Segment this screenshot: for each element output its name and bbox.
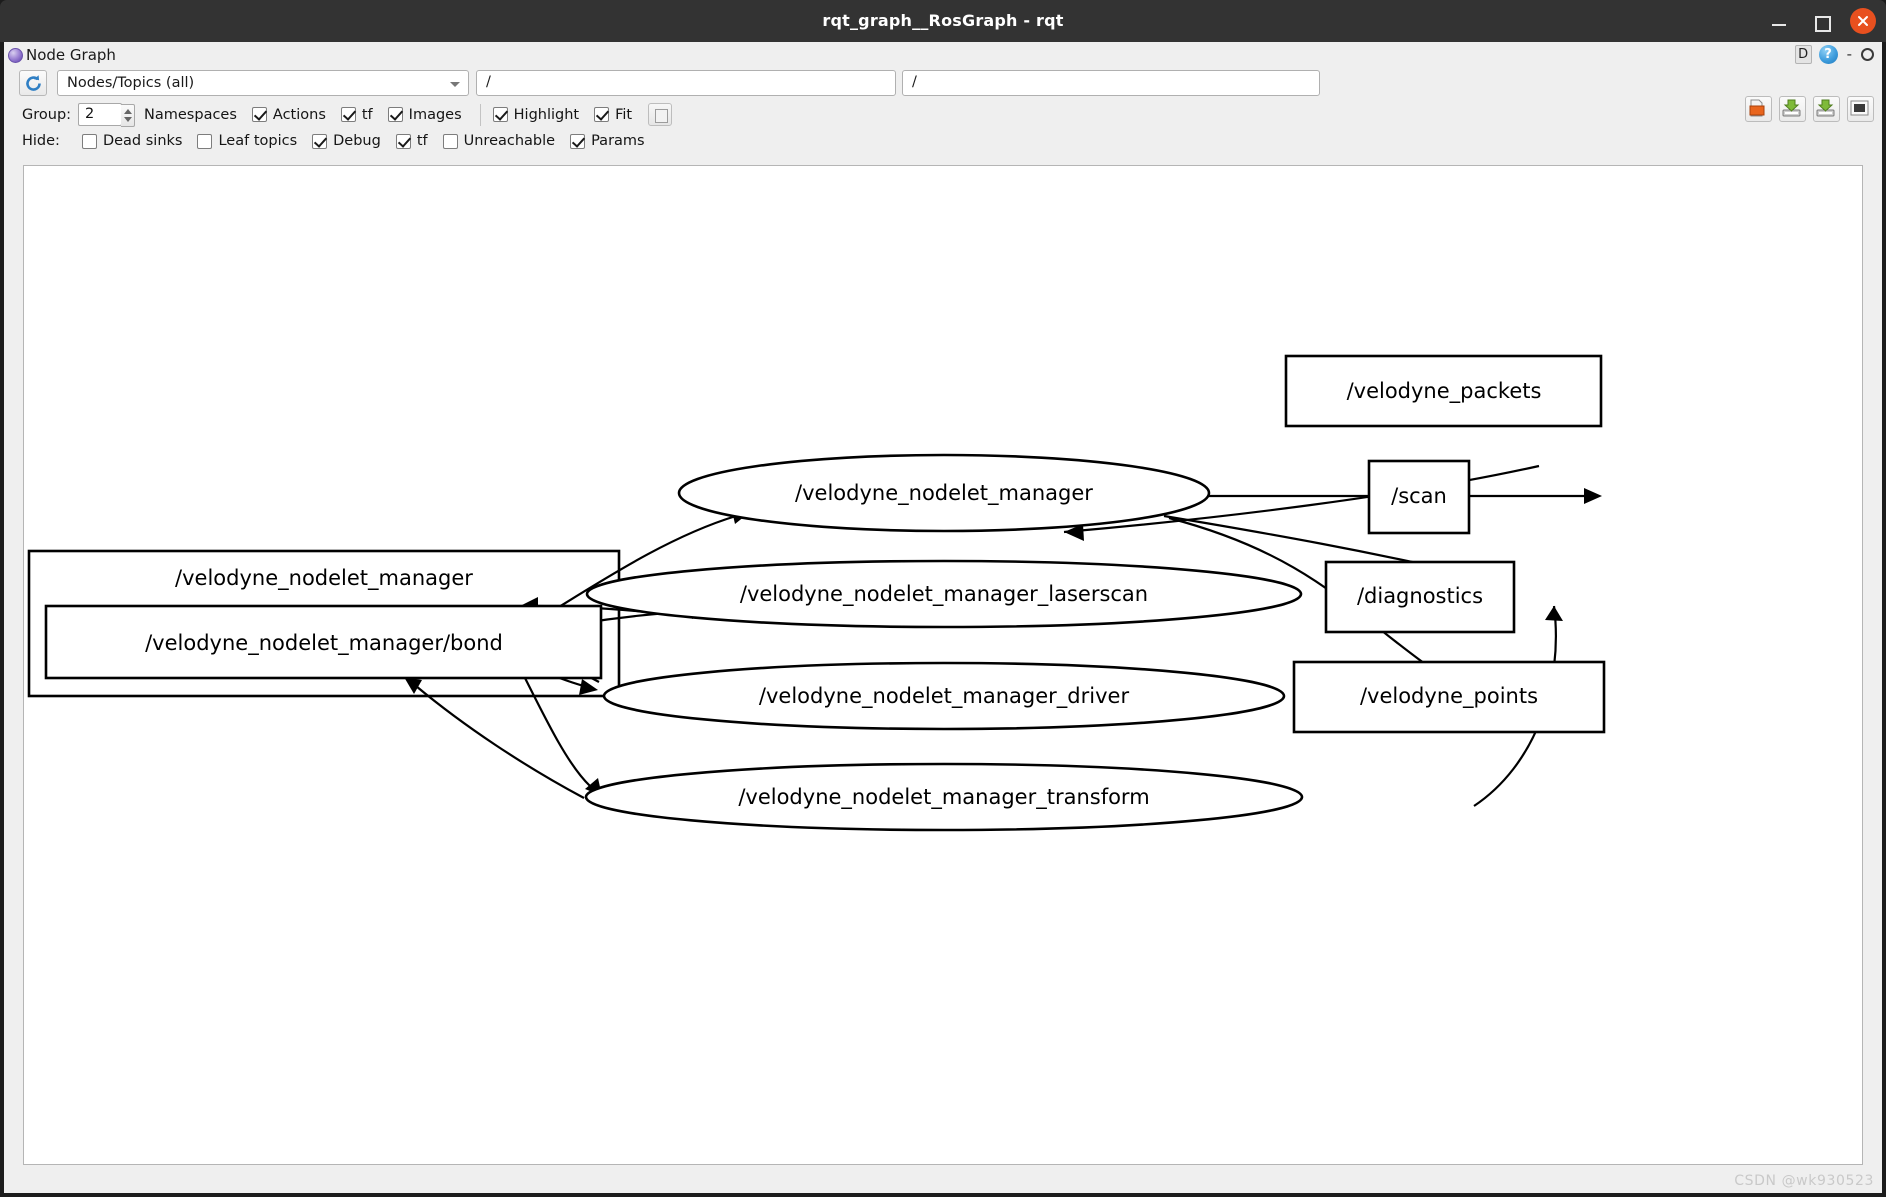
node-velodyne-nodelet-manager-laserscan[interactable]: /velodyne_nodelet_manager_laserscan — [585, 559, 1303, 629]
checkbox-images[interactable]: Images — [387, 106, 462, 123]
hide-label: Hide: — [22, 133, 60, 149]
node-transform-label: /velodyne_nodelet_manager_transform — [738, 785, 1149, 810]
window-title: rqt_graph__RosGraph - rqt — [822, 11, 1064, 30]
node-scan-label: /scan — [1391, 484, 1447, 508]
checkbox-images-label: Images — [408, 106, 462, 123]
stepper-up-icon[interactable] — [124, 109, 133, 114]
checkbox-leaf-topics[interactable]: Leaf topics — [197, 133, 297, 149]
checkbox-actions[interactable]: Actions — [251, 106, 326, 123]
graph-canvas[interactable]: /velodyne_nodelet_manager /velodyne_node… — [23, 165, 1863, 1165]
ros-graph-svg: /velodyne_nodelet_manager /velodyne_node… — [27, 354, 1606, 832]
refresh-icon — [26, 75, 41, 91]
group-stepper[interactable] — [121, 104, 136, 127]
dock-float-icon[interactable] — [1861, 48, 1874, 61]
refresh-button[interactable] — [19, 70, 47, 96]
checkbox-dead-sinks[interactable]: Dead sinks — [81, 133, 183, 149]
toolbar-row-group: Group: 2 Namespaces Actions tf Images Hi… — [4, 100, 1882, 131]
checkbox-params-box[interactable] — [570, 133, 586, 149]
checkbox-params[interactable]: Params — [570, 133, 645, 149]
node-scan[interactable]: /scan — [1367, 459, 1471, 535]
rqt-graph-window: rqt_graph__RosGraph - rqt Node Graph D ?… — [0, 0, 1886, 1197]
checkbox-unreachable-label: Unreachable — [463, 133, 556, 149]
node-driver-label: /velodyne_nodelet_manager_driver — [759, 684, 1130, 709]
node-diagnostics[interactable]: /diagnostics — [1324, 560, 1516, 634]
dock-header: Node Graph D ? - — [4, 42, 1882, 68]
checkbox-actions-box[interactable] — [251, 107, 267, 122]
checkbox-params-label: Params — [591, 133, 645, 149]
edge-arrow — [404, 677, 422, 694]
node-velodyne-nodelet-manager-driver[interactable]: /velodyne_nodelet_manager_driver — [602, 661, 1286, 731]
dock-d-button[interactable]: D — [1794, 45, 1812, 64]
checkbox-debug-box[interactable] — [312, 133, 328, 149]
checkbox-tf-box[interactable] — [340, 107, 356, 122]
dock-title: Node Graph — [26, 46, 116, 64]
node-laserscan-label: /velodyne_nodelet_manager_laserscan — [740, 582, 1148, 607]
node-mgr-label: /velodyne_nodelet_manager — [795, 481, 1093, 506]
checkbox-hide-tf-box[interactable] — [395, 133, 411, 149]
help-icon[interactable]: ? — [1818, 45, 1838, 64]
checkbox-hide-tf-label: tf — [416, 133, 428, 149]
node-diagnostics-label: /diagnostics — [1357, 584, 1483, 608]
group-spinbox[interactable]: 2 — [78, 103, 136, 127]
edge-arrow — [579, 679, 598, 695]
topic-filter-input[interactable]: / — [902, 70, 1320, 96]
checkbox-highlight-box[interactable] — [492, 107, 508, 122]
group-value: 2 — [85, 106, 95, 122]
node-bond-label: /velodyne_nodelet_manager/bond — [145, 631, 503, 656]
toolbar-row-hide: Hide: Dead sinks Leaf topics Debug tf Un… — [4, 131, 1882, 159]
checkbox-tf-label: tf — [361, 106, 373, 123]
minimize-icon[interactable] — [1766, 8, 1792, 34]
graph-cluster-velodyne-nodelet-manager[interactable]: /velodyne_nodelet_manager /velodyne_node… — [27, 549, 621, 698]
stepper-down-icon[interactable] — [124, 117, 133, 122]
checkbox-unreachable[interactable]: Unreachable — [442, 133, 556, 149]
fit-in-view-button[interactable] — [648, 103, 673, 126]
checkbox-images-box[interactable] — [387, 107, 403, 122]
checkbox-fit[interactable]: Fit — [594, 107, 632, 123]
graph-type-value: Nodes/Topics (all) — [67, 75, 195, 91]
graph-type-combobox[interactable]: Nodes/Topics (all) — [57, 70, 469, 96]
group-label: Group: — [22, 106, 72, 123]
chevron-down-icon — [450, 82, 460, 87]
namespace-filter-input[interactable]: / — [476, 70, 896, 96]
checkbox-highlight-label: Highlight — [513, 106, 580, 123]
node-points-label: /velodyne_points — [1360, 684, 1538, 709]
checkbox-fit-box[interactable] — [594, 107, 610, 122]
checkbox-dead-sinks-label: Dead sinks — [102, 133, 183, 149]
checkbox-debug[interactable]: Debug — [312, 133, 381, 149]
node-packets-label: /velodyne_packets — [1347, 379, 1542, 404]
checkbox-fit-label: Fit — [615, 106, 633, 123]
ros-sphere-icon — [8, 48, 23, 63]
checkbox-leaf-topics-label: Leaf topics — [218, 133, 298, 149]
checkbox-dead-sinks-box[interactable] — [81, 133, 97, 149]
checkbox-leaf-topics-box[interactable] — [197, 133, 213, 149]
window-body: Node Graph D ? - Nodes/Topics (all) / / — [4, 42, 1882, 1193]
cluster-label: /velodyne_nodelet_manager — [175, 566, 473, 591]
checkbox-actions-label: Actions — [272, 106, 326, 123]
close-icon[interactable] — [1850, 8, 1876, 34]
namespaces-label: Namespaces — [144, 106, 237, 123]
toolbar-row-filters: Nodes/Topics (all) / / — [4, 68, 1882, 122]
edge-arrow — [1545, 606, 1563, 621]
node-velodyne-nodelet-manager-transform[interactable]: /velodyne_nodelet_manager_transform — [584, 762, 1304, 832]
dock-minimize-icon[interactable]: - — [1845, 45, 1854, 64]
window-controls — [1766, 0, 1876, 42]
watermark: CSDN @wk930523 — [1734, 1173, 1874, 1189]
checkbox-highlight[interactable]: Highlight — [492, 106, 580, 123]
node-velodyne-points[interactable]: /velodyne_points — [1292, 660, 1606, 734]
maximize-icon[interactable] — [1808, 8, 1834, 34]
checkbox-hide-tf[interactable]: tf — [395, 133, 428, 149]
edge-arrow — [1584, 488, 1602, 504]
toolbar-separator — [479, 103, 481, 126]
checkbox-unreachable-box[interactable] — [442, 133, 458, 149]
node-velodyne-nodelet-manager[interactable]: /velodyne_nodelet_manager — [677, 453, 1211, 533]
window-titlebar: rqt_graph__RosGraph - rqt — [0, 0, 1886, 42]
checkbox-tf[interactable]: tf — [340, 106, 373, 123]
dock-header-controls: D ? - — [1794, 45, 1876, 64]
node-velodyne-packets[interactable]: /velodyne_packets — [1284, 354, 1603, 428]
checkbox-debug-label: Debug — [333, 133, 381, 149]
